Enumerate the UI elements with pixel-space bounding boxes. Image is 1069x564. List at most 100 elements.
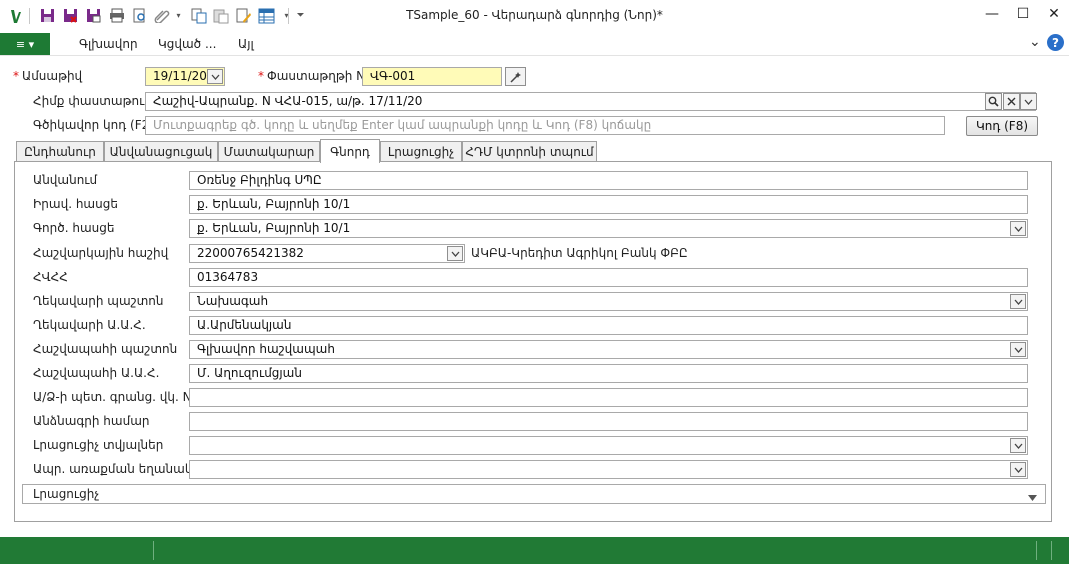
additional-data-field[interactable] <box>189 436 1028 455</box>
menu-item-main[interactable]: Գլխավոր <box>79 37 138 51</box>
chevron-down-icon[interactable] <box>1010 462 1026 477</box>
buyer-name-field[interactable]: Օռենջ Բիլդինգ ՍՊԸ <box>189 171 1028 190</box>
collapse-ribbon-icon[interactable]: ⌄ <box>1029 34 1041 50</box>
status-divider <box>153 541 154 560</box>
close-label: ✕ <box>1048 6 1060 22</box>
table-view-icon[interactable] <box>258 7 275 24</box>
accountant-position-value: Գլխավոր հաշվապահ <box>197 342 335 356</box>
passport-label: Անձնագրի համար <box>33 414 150 428</box>
accountant-name-field[interactable]: Մ. Աղուզումցյան <box>189 364 1028 383</box>
wand-icon[interactable] <box>505 67 526 86</box>
minimize-button[interactable]: — <box>977 0 1007 28</box>
customize-icon[interactable]: ⏷ <box>292 7 309 24</box>
tab-label: ՀԴՄ կտրոնի տպում <box>465 145 594 159</box>
menu-bar: ≡ ▾ Գլխավոր Կցված ... Այլ ⌄ ? <box>0 33 1069 56</box>
barcode-placeholder: Մուտքագրեք գծ. կոդը և սեղմեք Enter կամ ա… <box>153 118 652 132</box>
business-address-value: ք. Երևան, Բայրոնի 10/1 <box>197 221 351 235</box>
chevron-down-icon[interactable] <box>1010 294 1026 309</box>
accountant-position-field[interactable]: Գլխավոր հաշվապահ <box>189 340 1028 359</box>
attach-dropdown-icon[interactable]: ▾ <box>170 7 187 24</box>
date-value: 19/11/20 <box>153 69 207 83</box>
barcode-label: Գծիկավոր կոդ (F2) <box>33 118 154 132</box>
maximize-button[interactable]: ☐ <box>1008 0 1038 28</box>
tab-buyer[interactable]: Գնորդ <box>320 139 380 163</box>
legal-address-field[interactable]: ք. Երևան, Բայրոնի 10/1 <box>189 195 1028 214</box>
tab-label: Գնորդ <box>330 144 370 159</box>
save-as-icon[interactable] <box>85 7 102 24</box>
close-button[interactable]: ✕ <box>1039 0 1069 28</box>
chevron-down-icon[interactable] <box>1010 221 1026 236</box>
preview-icon[interactable] <box>131 7 148 24</box>
help-icon[interactable]: ? <box>1047 34 1064 51</box>
menu-item-attached[interactable]: Կցված ... <box>158 37 216 51</box>
accountant-name-label: Հաշվապահի Ա.Ա.Հ. <box>33 366 160 380</box>
tab-supplier[interactable]: Մատակարար <box>218 141 320 162</box>
code-button[interactable]: Կոդ (F8) <box>966 116 1038 136</box>
chevron-down-icon[interactable] <box>1010 342 1026 357</box>
date-field[interactable]: 19/11/20 <box>145 67 225 86</box>
base-doc-field[interactable]: Հաշիվ-Ապրանք. N ՎՀԱ-015, ա/թ. 17/11/20 <box>145 92 1036 111</box>
tab-receipt-print[interactable]: ՀԴՄ կտրոնի տպում <box>462 141 597 162</box>
date-dropdown-icon[interactable] <box>207 69 223 84</box>
clear-icon[interactable] <box>1003 93 1020 110</box>
delivery-method-label: Ապր. առաքման եղանակը <box>33 462 201 476</box>
legal-address-value: ք. Երևան, Բայրոնի 10/1 <box>197 197 351 211</box>
docnum-field[interactable]: ՎԳ-001 <box>362 67 502 86</box>
chevron-down-icon[interactable] <box>1010 438 1026 453</box>
bank-account-field[interactable]: 22000765421382 <box>189 244 465 263</box>
date-label: * Ամսաթիվ <box>13 69 82 83</box>
additional-data-label: Լրացուցիչ տվյալներ <box>33 438 164 452</box>
expand-arrow-icon <box>1028 490 1037 504</box>
bank-name: ԱԿԲԱ-Կրեդիտ Ագրիկոլ Բանկ ՓԲԸ <box>471 246 688 260</box>
business-address-field[interactable]: ք. Երևան, Բայրոնի 10/1 <box>189 219 1028 238</box>
menu-item-other[interactable]: Այլ <box>238 37 254 51</box>
tab-label: Ընդհանուր <box>24 145 96 159</box>
status-bar <box>0 537 1069 564</box>
tab-label: Անվանացուցակ <box>109 145 213 159</box>
director-position-field[interactable]: Նախագահ <box>189 292 1028 311</box>
base-doc-label: Հիմք փաստաթուղթ <box>33 94 161 108</box>
app-logo-icon <box>6 7 23 24</box>
delivery-method-field[interactable] <box>189 460 1028 479</box>
buyer-name-label: Անվանում <box>33 173 98 187</box>
attach-icon[interactable] <box>153 7 170 24</box>
required-star-icon: * <box>13 69 19 83</box>
sole-proprietor-cert-field[interactable] <box>189 388 1028 407</box>
director-position-value: Նախագահ <box>197 294 269 308</box>
title-bar: ▾ ▾ ⏷ TSample_60 - Վերադարձ գնորդից (Նոր… <box>0 0 1069 31</box>
director-name-value: Ա.Արմենակյան <box>197 318 292 332</box>
app-menu-button[interactable]: ≡ ▾ <box>0 33 50 55</box>
director-name-field[interactable]: Ա.Արմենակյան <box>189 316 1028 335</box>
tab-item-list[interactable]: Անվանացուցակ <box>104 141 218 162</box>
print-icon[interactable] <box>108 7 125 24</box>
barcode-input[interactable]: Մուտքագրեք գծ. կոդը և սեղմեք Enter կամ ա… <box>145 116 945 135</box>
sole-proprietor-cert-label: Ա/Ձ-ի պետ. գրանց. վկ. N <box>33 390 192 404</box>
bank-account-label: Հաշվարկային հաշիվ <box>33 246 169 260</box>
save-icon[interactable] <box>39 7 56 24</box>
chevron-down-icon[interactable] <box>447 246 463 261</box>
code-button-label: Կոդ (F8) <box>975 119 1029 133</box>
director-name-label: Ղեկավարի Ա.Ա.Հ. <box>33 318 146 332</box>
bank-account-value: 22000765421382 <box>197 246 304 260</box>
status-divider <box>1051 541 1052 560</box>
base-doc-dropdown-icon[interactable] <box>1020 93 1037 110</box>
docnum-value: ՎԳ-001 <box>370 69 416 83</box>
required-star-icon: * <box>258 69 264 83</box>
date-label-text: Ամսաթիվ <box>22 69 83 83</box>
additional-section-toggle[interactable]: Լրացուցիչ <box>22 484 1046 504</box>
docnum-label-text: Փաստաթղթի N <box>267 69 366 83</box>
status-divider <box>1036 541 1037 560</box>
director-position-label: Ղեկավարի պաշտոն <box>33 294 164 308</box>
copy-doc-icon[interactable] <box>190 7 207 24</box>
tax-id-field[interactable]: 01364783 <box>189 268 1028 287</box>
passport-field[interactable] <box>189 412 1028 431</box>
accountant-name-value: Մ. Աղուզումցյան <box>197 366 302 380</box>
paste-icon[interactable] <box>212 7 229 24</box>
edit-icon[interactable] <box>235 7 252 24</box>
minimize-label: — <box>985 6 999 22</box>
tab-general[interactable]: Ընդհանուր <box>16 141 104 162</box>
search-icon[interactable] <box>985 93 1002 110</box>
accountant-position-label: Հաշվապահի պաշտոն <box>33 342 178 356</box>
tab-additional[interactable]: Լրացուցիչ <box>380 141 462 162</box>
save-close-icon[interactable] <box>62 7 79 24</box>
